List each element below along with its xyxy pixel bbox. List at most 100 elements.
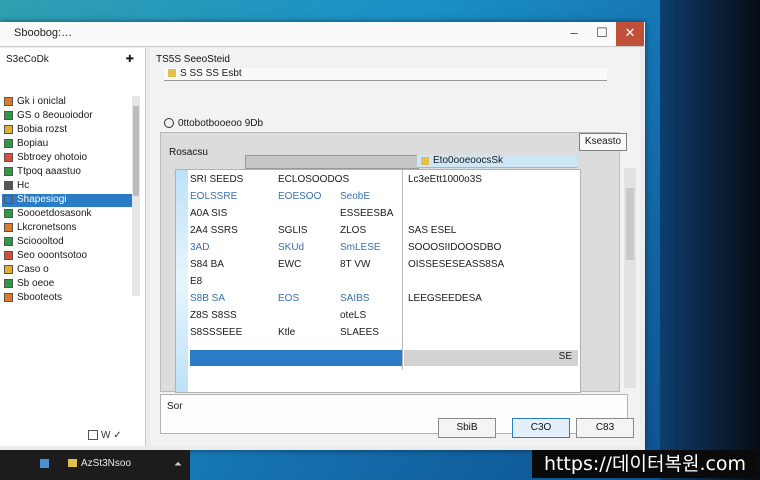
maximize-button[interactable]: ☐ bbox=[588, 22, 616, 46]
tree-item[interactable]: Sbtroey ohotoio bbox=[2, 152, 138, 165]
table-cell: SRI SEEDS bbox=[190, 174, 244, 185]
column-header[interactable]: Eto0ooeoocsSk bbox=[417, 155, 577, 168]
tree-item[interactable]: GS o 8eouoiodor bbox=[2, 110, 138, 123]
table-row[interactable]: S8SSSEEE Ktle SLAEES bbox=[190, 327, 404, 340]
ok-button[interactable]: C3O bbox=[512, 418, 570, 438]
table-cell: A0A SIS bbox=[190, 208, 228, 219]
tree-item[interactable]: Sb oeoe bbox=[2, 278, 138, 291]
tree-item[interactable]: Hc bbox=[2, 180, 138, 193]
tree-item[interactable]: Ttpoq aaastuo bbox=[2, 166, 138, 179]
navigation-footer-label: W ✓ bbox=[101, 430, 122, 441]
table-cell: S8SSSEEE bbox=[190, 327, 243, 338]
table-row[interactable]: E8 bbox=[190, 276, 404, 289]
folder-icon bbox=[68, 459, 77, 468]
tree-item-label: Gk i oniclal bbox=[17, 96, 66, 107]
folder-icon bbox=[4, 250, 13, 260]
table-cell: EOESOO bbox=[278, 191, 322, 202]
table-row[interactable]: 2A4 SSRS SGLIS ZLOS bbox=[190, 225, 404, 238]
cancel-button[interactable]: C83 bbox=[576, 418, 634, 438]
breadcrumb-text: S SS SS Esbt bbox=[180, 68, 242, 79]
taskbar-item[interactable]: AzSt3Nsoo bbox=[68, 458, 131, 469]
table-cell: S8B SA bbox=[190, 293, 226, 304]
scrollbar-thumb[interactable] bbox=[133, 106, 139, 196]
detail-footer-tag: SE bbox=[558, 351, 572, 362]
list-gutter bbox=[176, 170, 188, 392]
table-cell: EOLSSRE bbox=[190, 191, 238, 202]
tree-item[interactable]: Lkcronetsons bbox=[2, 222, 138, 235]
table-row[interactable]: A0A SIS ESSEESBA bbox=[190, 208, 404, 221]
path-option[interactable]: 0ttobotbooeoo 9Db bbox=[164, 118, 263, 129]
start-icon[interactable] bbox=[40, 459, 49, 468]
table-row[interactable]: Z8S S8SS oteLS bbox=[190, 310, 404, 323]
tree-item-label: Lkcronetsons bbox=[17, 222, 77, 233]
breadcrumb[interactable]: S SS SS Esbt bbox=[164, 68, 607, 81]
table-row[interactable]: S8B SA EOS SAIBS bbox=[190, 293, 404, 306]
title-bar[interactable]: Sboobog:… – ☐ ✕ bbox=[0, 22, 645, 47]
folder-icon bbox=[168, 69, 176, 78]
window-title: Sboobog:… bbox=[14, 27, 73, 39]
table-row[interactable]: EOLSSRE EOESOO SeobE bbox=[190, 191, 404, 204]
dialog-window: Sboobog:… – ☐ ✕ S3eCoDk ✚ Gk i oniclal GS… bbox=[0, 22, 645, 450]
detail-row: LEEGSEEDESA bbox=[408, 293, 482, 304]
panel-tabstrip[interactable] bbox=[245, 155, 419, 169]
folder-icon bbox=[4, 96, 13, 106]
tree-item-label: Ttpoq aaastuo bbox=[17, 166, 81, 177]
table-cell: E8 bbox=[190, 276, 203, 287]
panel-title: Rosacsu bbox=[169, 147, 208, 158]
detail-row bbox=[408, 310, 576, 323]
tree-item-label: Sbooteots bbox=[17, 292, 63, 303]
tree-item[interactable]: Soooetdosasonk bbox=[2, 208, 138, 221]
tree-item-label: Hc bbox=[17, 180, 30, 191]
scrollbar-thumb[interactable] bbox=[626, 188, 634, 260]
navigation-pane: S3eCoDk ✚ Gk i oniclal GS o 8eouoiodor Bob… bbox=[0, 48, 146, 446]
tree-item-label: GS o 8eouoiodor bbox=[17, 110, 93, 121]
tree-item-label: Sbtroey ohotoio bbox=[17, 152, 88, 163]
folder-icon bbox=[4, 278, 13, 288]
tree-item[interactable]: Bopiau bbox=[2, 138, 138, 151]
column-header-label: Eto0ooeoocsSk bbox=[433, 155, 504, 166]
navigation-scrollbar[interactable] bbox=[132, 96, 140, 296]
table-cell: Ktle bbox=[278, 327, 296, 338]
chevron-up-icon[interactable]: ⏶ bbox=[174, 459, 182, 470]
folder-icon bbox=[4, 194, 13, 204]
table-cell: 3AD bbox=[190, 242, 210, 253]
table-cell: 2A4 SSRS bbox=[190, 225, 238, 236]
table-row[interactable]: SRI SEEDS ECLOSOODOS bbox=[190, 174, 404, 187]
navigation-header-label: S3eCoDk bbox=[6, 54, 49, 65]
desktop-edge bbox=[660, 0, 760, 480]
close-button[interactable]: ✕ bbox=[616, 22, 644, 46]
tree-item[interactable]: Shapesiogi bbox=[2, 194, 138, 207]
navigation-footer[interactable]: W ✓ bbox=[88, 430, 138, 444]
folder-icon bbox=[4, 152, 13, 162]
pin-icon[interactable]: ✚ bbox=[126, 54, 134, 65]
watermark: https://데이터복원.com bbox=[532, 450, 758, 478]
table-cell: Z8S S8SS bbox=[190, 310, 237, 321]
table-row[interactable]: S84 BA EWC 8T VW bbox=[190, 259, 404, 272]
folder-icon bbox=[4, 292, 13, 302]
tree-item[interactable]: Caso o bbox=[2, 264, 138, 277]
tree-item[interactable]: Scioooltod bbox=[2, 236, 138, 249]
table-cell: ECLOSOODOS bbox=[278, 174, 350, 185]
column-divider[interactable] bbox=[402, 170, 403, 370]
detail-row: SAS ESEL bbox=[408, 225, 457, 236]
main-scrollbar[interactable] bbox=[624, 168, 636, 388]
checkbox-icon[interactable] bbox=[88, 430, 98, 441]
tree-item[interactable]: Bobia rozst bbox=[2, 124, 138, 137]
back-button[interactable]: SbiB bbox=[438, 418, 496, 438]
tree-item-label: Scioooltod bbox=[17, 236, 64, 247]
folder-icon bbox=[4, 222, 13, 232]
tree-item[interactable]: Seo ooontsotoo bbox=[2, 250, 138, 263]
tree-item-label: Seo ooontsotoo bbox=[17, 250, 88, 261]
table-cell: SGLIS bbox=[278, 225, 308, 236]
minimize-button[interactable]: – bbox=[560, 22, 588, 46]
table-row[interactable]: 3AD SKUd SmLESE bbox=[190, 242, 404, 255]
tree-item[interactable]: Sbooteots bbox=[2, 292, 138, 305]
selected-row-highlight[interactable] bbox=[190, 350, 402, 366]
tree-item-label: Shapesiogi bbox=[17, 194, 67, 205]
tree-item[interactable]: Gk i oniclal bbox=[2, 96, 138, 109]
main-pane: TS5S SeeoSteid S SS SS Esbt 0ttobotbooeo… bbox=[150, 48, 640, 446]
tree-item-label: Bobia rozst bbox=[17, 124, 68, 135]
panel-action-button[interactable]: Kseasto bbox=[579, 133, 627, 151]
radio-icon[interactable] bbox=[164, 118, 174, 129]
navigation-header: S3eCoDk ✚ bbox=[6, 54, 138, 68]
